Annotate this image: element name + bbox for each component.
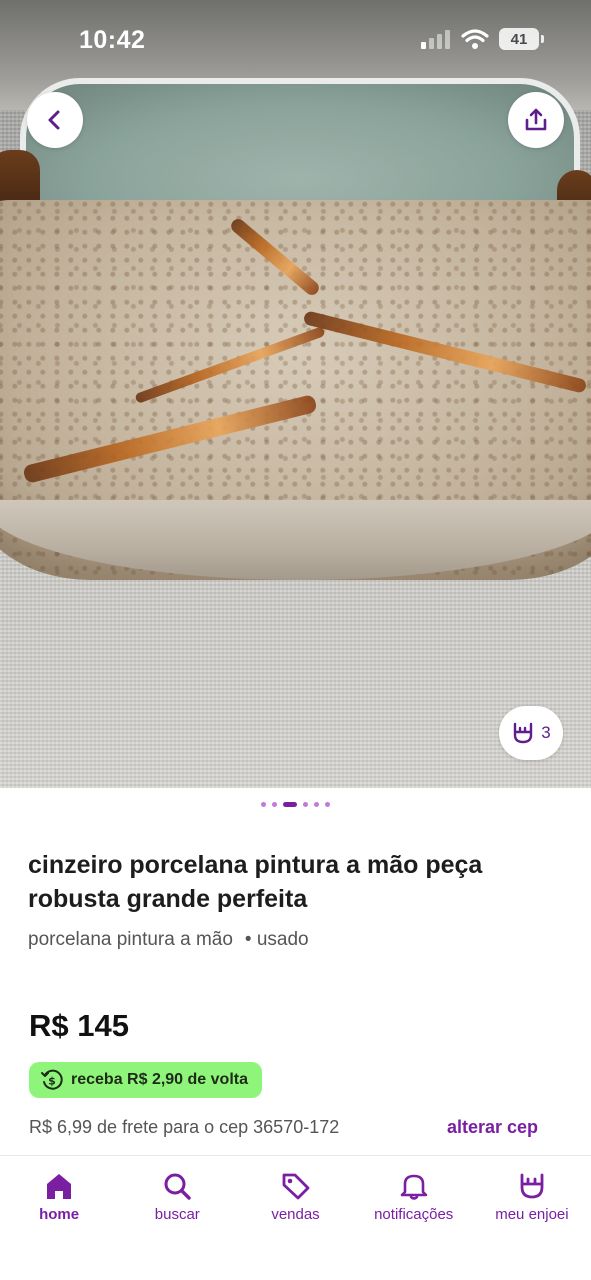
back-button[interactable] [27, 92, 83, 148]
home-icon [47, 1174, 72, 1199]
pagination-dot[interactable] [261, 802, 266, 807]
nav-label-search: buscar [154, 1206, 200, 1223]
nav-item-my-enjoei[interactable]: meu enjoei [473, 1156, 591, 1280]
product-brand-link[interactable]: porcelana pintura a mão [28, 929, 233, 951]
share-button[interactable] [508, 92, 564, 148]
product-condition: • usado [244, 929, 309, 950]
product-photo[interactable] [0, 0, 591, 788]
nav-label-notifications: notificações [374, 1206, 454, 1223]
cellular-signal-icon [421, 30, 450, 49]
like-button[interactable]: 3 [499, 706, 563, 760]
nav-label-home: home [39, 1206, 80, 1223]
pagination-dot[interactable] [314, 802, 319, 807]
product-title: cinzeiro porcelana pintura a mão peça ro… [28, 851, 483, 913]
gallery-pagination[interactable] [0, 802, 591, 807]
battery-indicator: 41 [499, 28, 544, 50]
shipping-info: R$ 6,99 de frete para o cep 36570-172 [29, 1117, 340, 1137]
nav-item-sales[interactable]: vendas [236, 1156, 354, 1280]
tag-icon [282, 1173, 309, 1200]
cashback-badge: $ receba R$ 2,90 de volta [29, 1062, 262, 1098]
bottom-nav: home buscar vendas notificações meu enjo… [0, 1155, 591, 1280]
bell-icon [400, 1174, 428, 1200]
nav-item-home[interactable]: home [0, 1156, 118, 1280]
wifi-icon [461, 29, 489, 49]
pagination-dot[interactable] [272, 802, 277, 807]
nav-label-my-enjoei: meu enjoei [495, 1206, 569, 1223]
pagination-dot[interactable] [325, 802, 330, 807]
rock-hand-icon [520, 1173, 544, 1199]
likes-count: 3 [541, 723, 551, 742]
status-time: 10:42 [79, 26, 146, 54]
rock-hand-icon [514, 722, 533, 744]
nav-item-notifications[interactable]: notificações [355, 1156, 473, 1280]
svg-text:$: $ [48, 1075, 56, 1088]
pagination-dot[interactable] [303, 802, 308, 807]
status-icons: 41 [421, 28, 544, 50]
change-cep-link[interactable]: alterar cep [447, 1117, 538, 1138]
cashback-text: receba R$ 2,90 de volta [71, 1071, 248, 1088]
product-meta: porcelana pintura a mão • usado [28, 929, 309, 951]
product-price: R$ 145 [29, 1008, 129, 1043]
pagination-dot-active[interactable] [283, 802, 297, 807]
cashback-icon: $ [41, 1069, 63, 1090]
nav-item-search[interactable]: buscar [118, 1156, 236, 1280]
chevron-left-icon [48, 110, 60, 130]
share-icon [525, 108, 547, 131]
nav-label-sales: vendas [271, 1206, 320, 1223]
search-icon [164, 1173, 191, 1200]
